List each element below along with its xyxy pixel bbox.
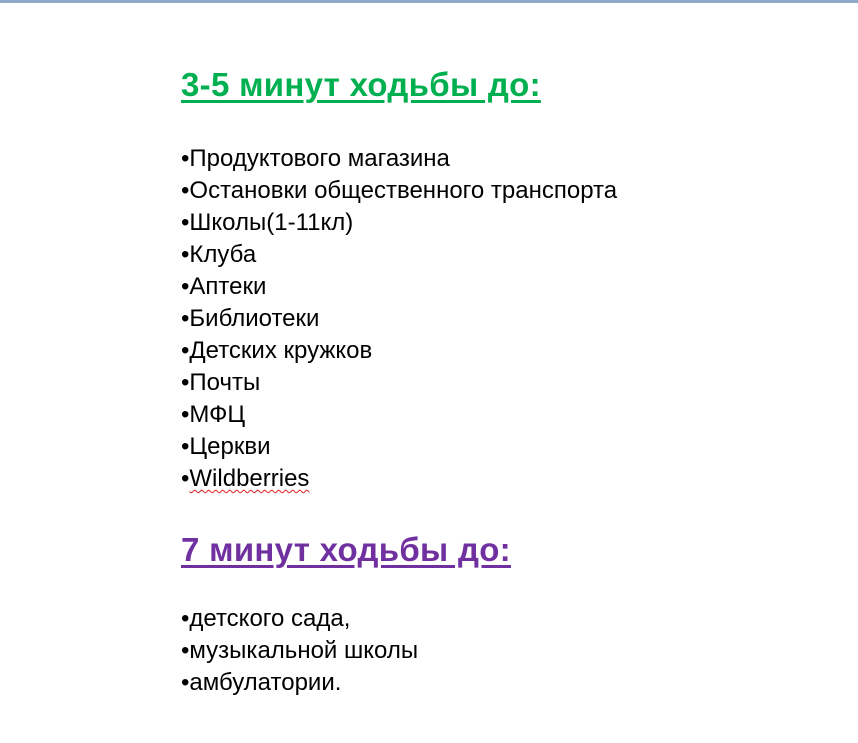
list-item-text: Клуба bbox=[189, 241, 257, 268]
list-item: •МФЦ bbox=[181, 399, 617, 431]
list-item: •Wildberries bbox=[181, 463, 617, 495]
list-item-text: детского сада, bbox=[189, 605, 351, 632]
list-item-text: МФЦ bbox=[189, 401, 246, 428]
list-item-text: Остановки общественного транспорта bbox=[189, 177, 618, 204]
list-item: •Продуктового магазина bbox=[181, 143, 617, 175]
list-item-text: амбулатории. bbox=[189, 669, 342, 696]
list-item: •амбулатории. bbox=[181, 667, 511, 699]
list-item: •Детских кружков bbox=[181, 335, 617, 367]
list-item-text: Библиотеки bbox=[189, 305, 320, 332]
section-heading-7-min: 7 минут ходьбы до: bbox=[181, 531, 511, 568]
list-item: •Библиотеки bbox=[181, 303, 617, 335]
section-walk-3-5-min: 3-5 минут ходьбы до: •Продуктового магаз… bbox=[181, 62, 617, 495]
amenity-list-7-min: •детского сада, •музыкальной школы •амбу… bbox=[181, 603, 511, 699]
list-item-text-spellcheck: Wildberries bbox=[189, 465, 310, 492]
list-item-text: музыкальной школы bbox=[189, 637, 419, 664]
list-item: •Церкви bbox=[181, 431, 617, 463]
list-item: •Аптеки bbox=[181, 271, 617, 303]
list-item: •Остановки общественного транспорта bbox=[181, 175, 617, 207]
list-item-text: Школы(1-11кл) bbox=[189, 209, 354, 236]
list-item: •Почты bbox=[181, 367, 617, 399]
list-item: •Клуба bbox=[181, 239, 617, 271]
list-item-text: Продуктового магазина bbox=[189, 145, 450, 172]
list-item-text: Аптеки bbox=[189, 273, 267, 300]
list-item-text: Детских кружков bbox=[189, 337, 373, 364]
section-walk-7-min: 7 минут ходьбы до: •детского сада, •музы… bbox=[181, 527, 511, 699]
amenity-list-3-5-min: •Продуктового магазина •Остановки общест… bbox=[181, 143, 617, 495]
list-item-text: Церкви bbox=[189, 433, 271, 460]
list-item: •Школы(1-11кл) bbox=[181, 207, 617, 239]
list-item: •детского сада, bbox=[181, 603, 511, 635]
window-top-border bbox=[0, 0, 858, 3]
list-item-text: Почты bbox=[189, 369, 261, 396]
list-item: •музыкальной школы bbox=[181, 635, 511, 667]
section-heading-3-5-min: 3-5 минут ходьбы до: bbox=[181, 66, 541, 103]
